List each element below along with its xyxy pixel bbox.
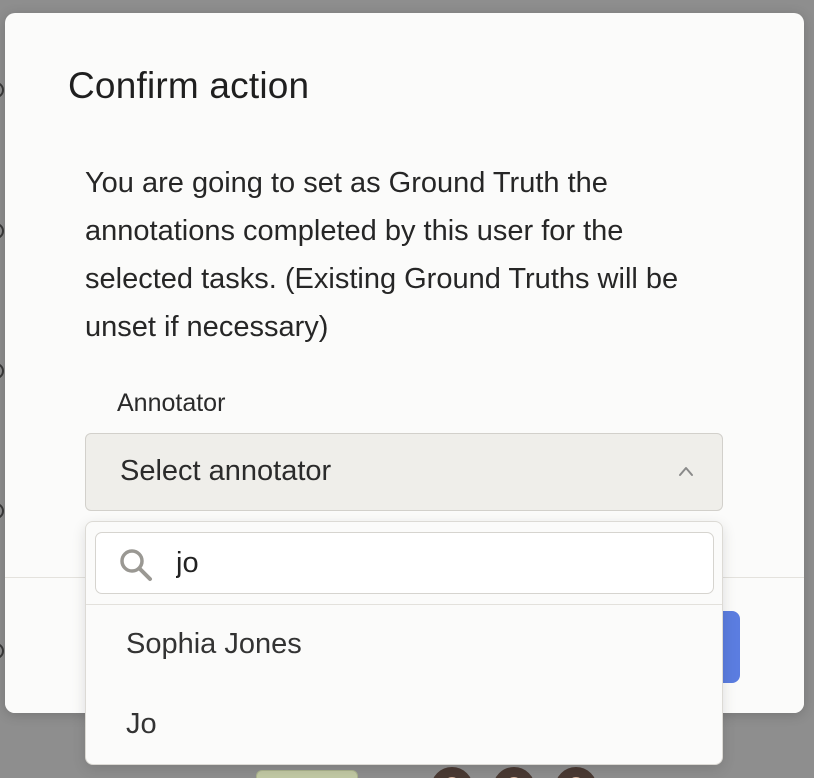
annotator-search-field[interactable]	[95, 532, 714, 594]
option-label: Sophia Jones	[126, 628, 302, 660]
background-radio	[0, 82, 4, 98]
background-radio	[0, 503, 4, 519]
avatar	[428, 764, 476, 778]
background-radio	[0, 643, 4, 659]
annotator-select-placeholder: Select annotator	[120, 455, 332, 487]
option-jo[interactable]: Jo	[86, 686, 722, 764]
annotator-search-input[interactable]	[176, 541, 696, 585]
background-tag	[256, 770, 358, 778]
avatar	[552, 764, 600, 778]
annotator-label: Annotator	[117, 389, 226, 417]
annotator-select[interactable]: Select annotator	[85, 433, 723, 511]
search-icon	[120, 549, 152, 581]
modal-title: Confirm action	[68, 65, 310, 106]
chevron-up-icon	[679, 467, 693, 476]
annotator-dropdown: Sophia Jones Jo	[85, 521, 723, 765]
dropdown-divider	[86, 604, 722, 605]
avatar	[490, 764, 538, 778]
background-radio	[0, 363, 4, 379]
option-label: Jo	[126, 708, 157, 740]
option-sophia-jones[interactable]: Sophia Jones	[86, 606, 722, 686]
modal-message: You are going to set as Ground Truth the…	[85, 167, 679, 343]
background-radio	[0, 223, 4, 239]
